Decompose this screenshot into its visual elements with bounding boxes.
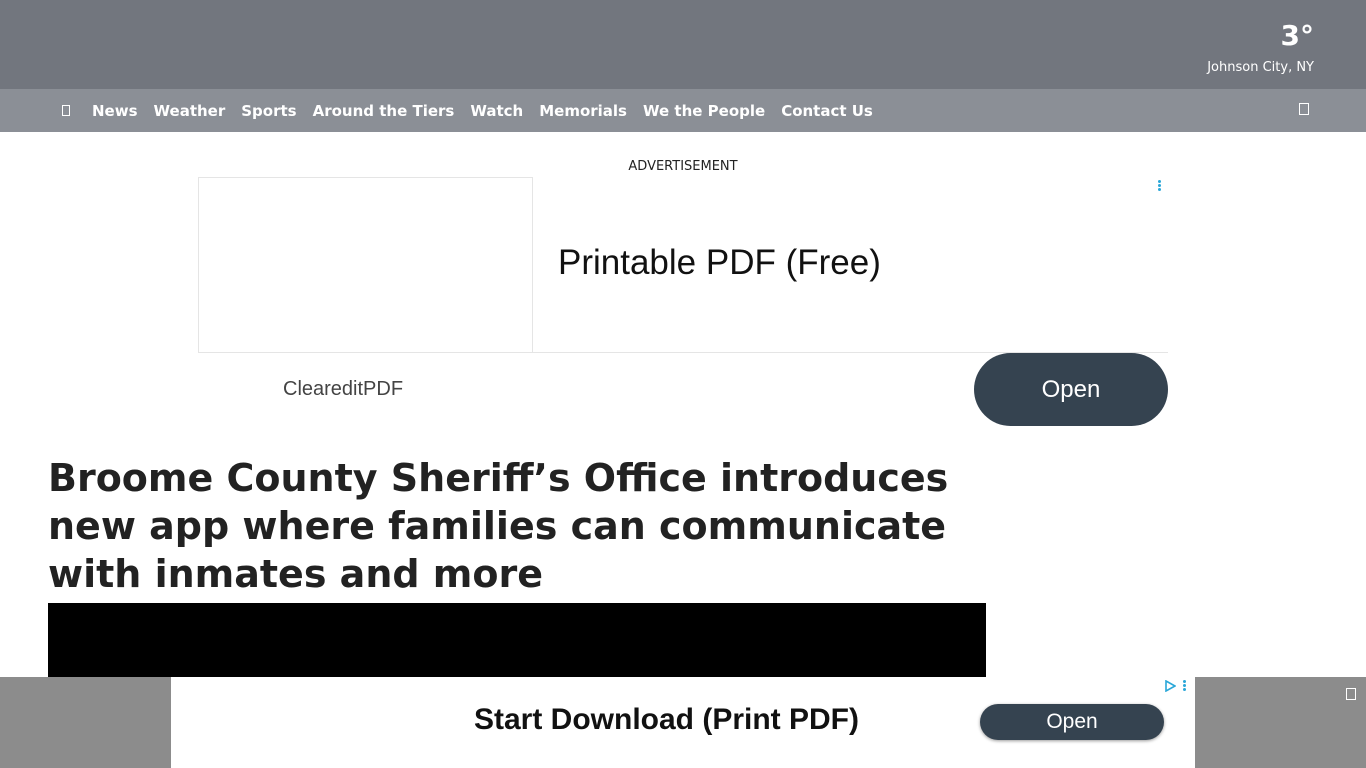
bottom-ad-options-icon[interactable]	[1183, 680, 1187, 692]
ad-open-button[interactable]: Open	[974, 353, 1168, 426]
weather-temperature: 3°	[1280, 19, 1314, 52]
menu-icon[interactable]	[60, 104, 74, 118]
nav-item-watch[interactable]: Watch	[470, 102, 523, 120]
nav-item-sports[interactable]: Sports	[241, 102, 296, 120]
adchoices-icon[interactable]	[1164, 680, 1176, 692]
bottom-ad-text[interactable]: Start Download (Print PDF)	[474, 703, 859, 737]
ad-image[interactable]	[198, 177, 533, 353]
nav-item-we-the-people[interactable]: We the People	[643, 102, 765, 120]
search-icon[interactable]	[1299, 103, 1309, 115]
weather-location: Johnson City, NY	[1207, 60, 1314, 75]
nav-item-news[interactable]: News	[92, 102, 138, 120]
main-nav: News Weather Sports Around the Tiers Wat…	[0, 89, 1366, 132]
nav-item-memorials[interactable]: Memorials	[539, 102, 627, 120]
article-headline: Broome County Sheriff’s Office introduce…	[48, 456, 949, 596]
nav-item-contact-us[interactable]: Contact Us	[781, 102, 873, 120]
ad-brand[interactable]: CleareditPDF	[283, 378, 403, 401]
nav-item-around-the-tiers[interactable]: Around the Tiers	[313, 102, 455, 120]
advertisement-label: ADVERTISEMENT	[628, 159, 738, 174]
ad-headline[interactable]: Printable PDF (Free)	[558, 243, 881, 283]
ad-options-icon[interactable]	[1156, 180, 1162, 196]
weather-widget[interactable]: 3° Johnson City, NY	[1207, 18, 1314, 76]
close-ad-icon[interactable]	[1346, 688, 1356, 700]
top-header: 3° Johnson City, NY	[0, 0, 1366, 89]
bottom-advertisement[interactable]: Start Download (Print PDF) Open	[171, 677, 1195, 768]
top-advertisement[interactable]: Printable PDF (Free)	[198, 177, 1168, 353]
nav-item-weather[interactable]: Weather	[154, 102, 226, 120]
bottom-ad-open-button[interactable]: Open	[980, 704, 1164, 740]
